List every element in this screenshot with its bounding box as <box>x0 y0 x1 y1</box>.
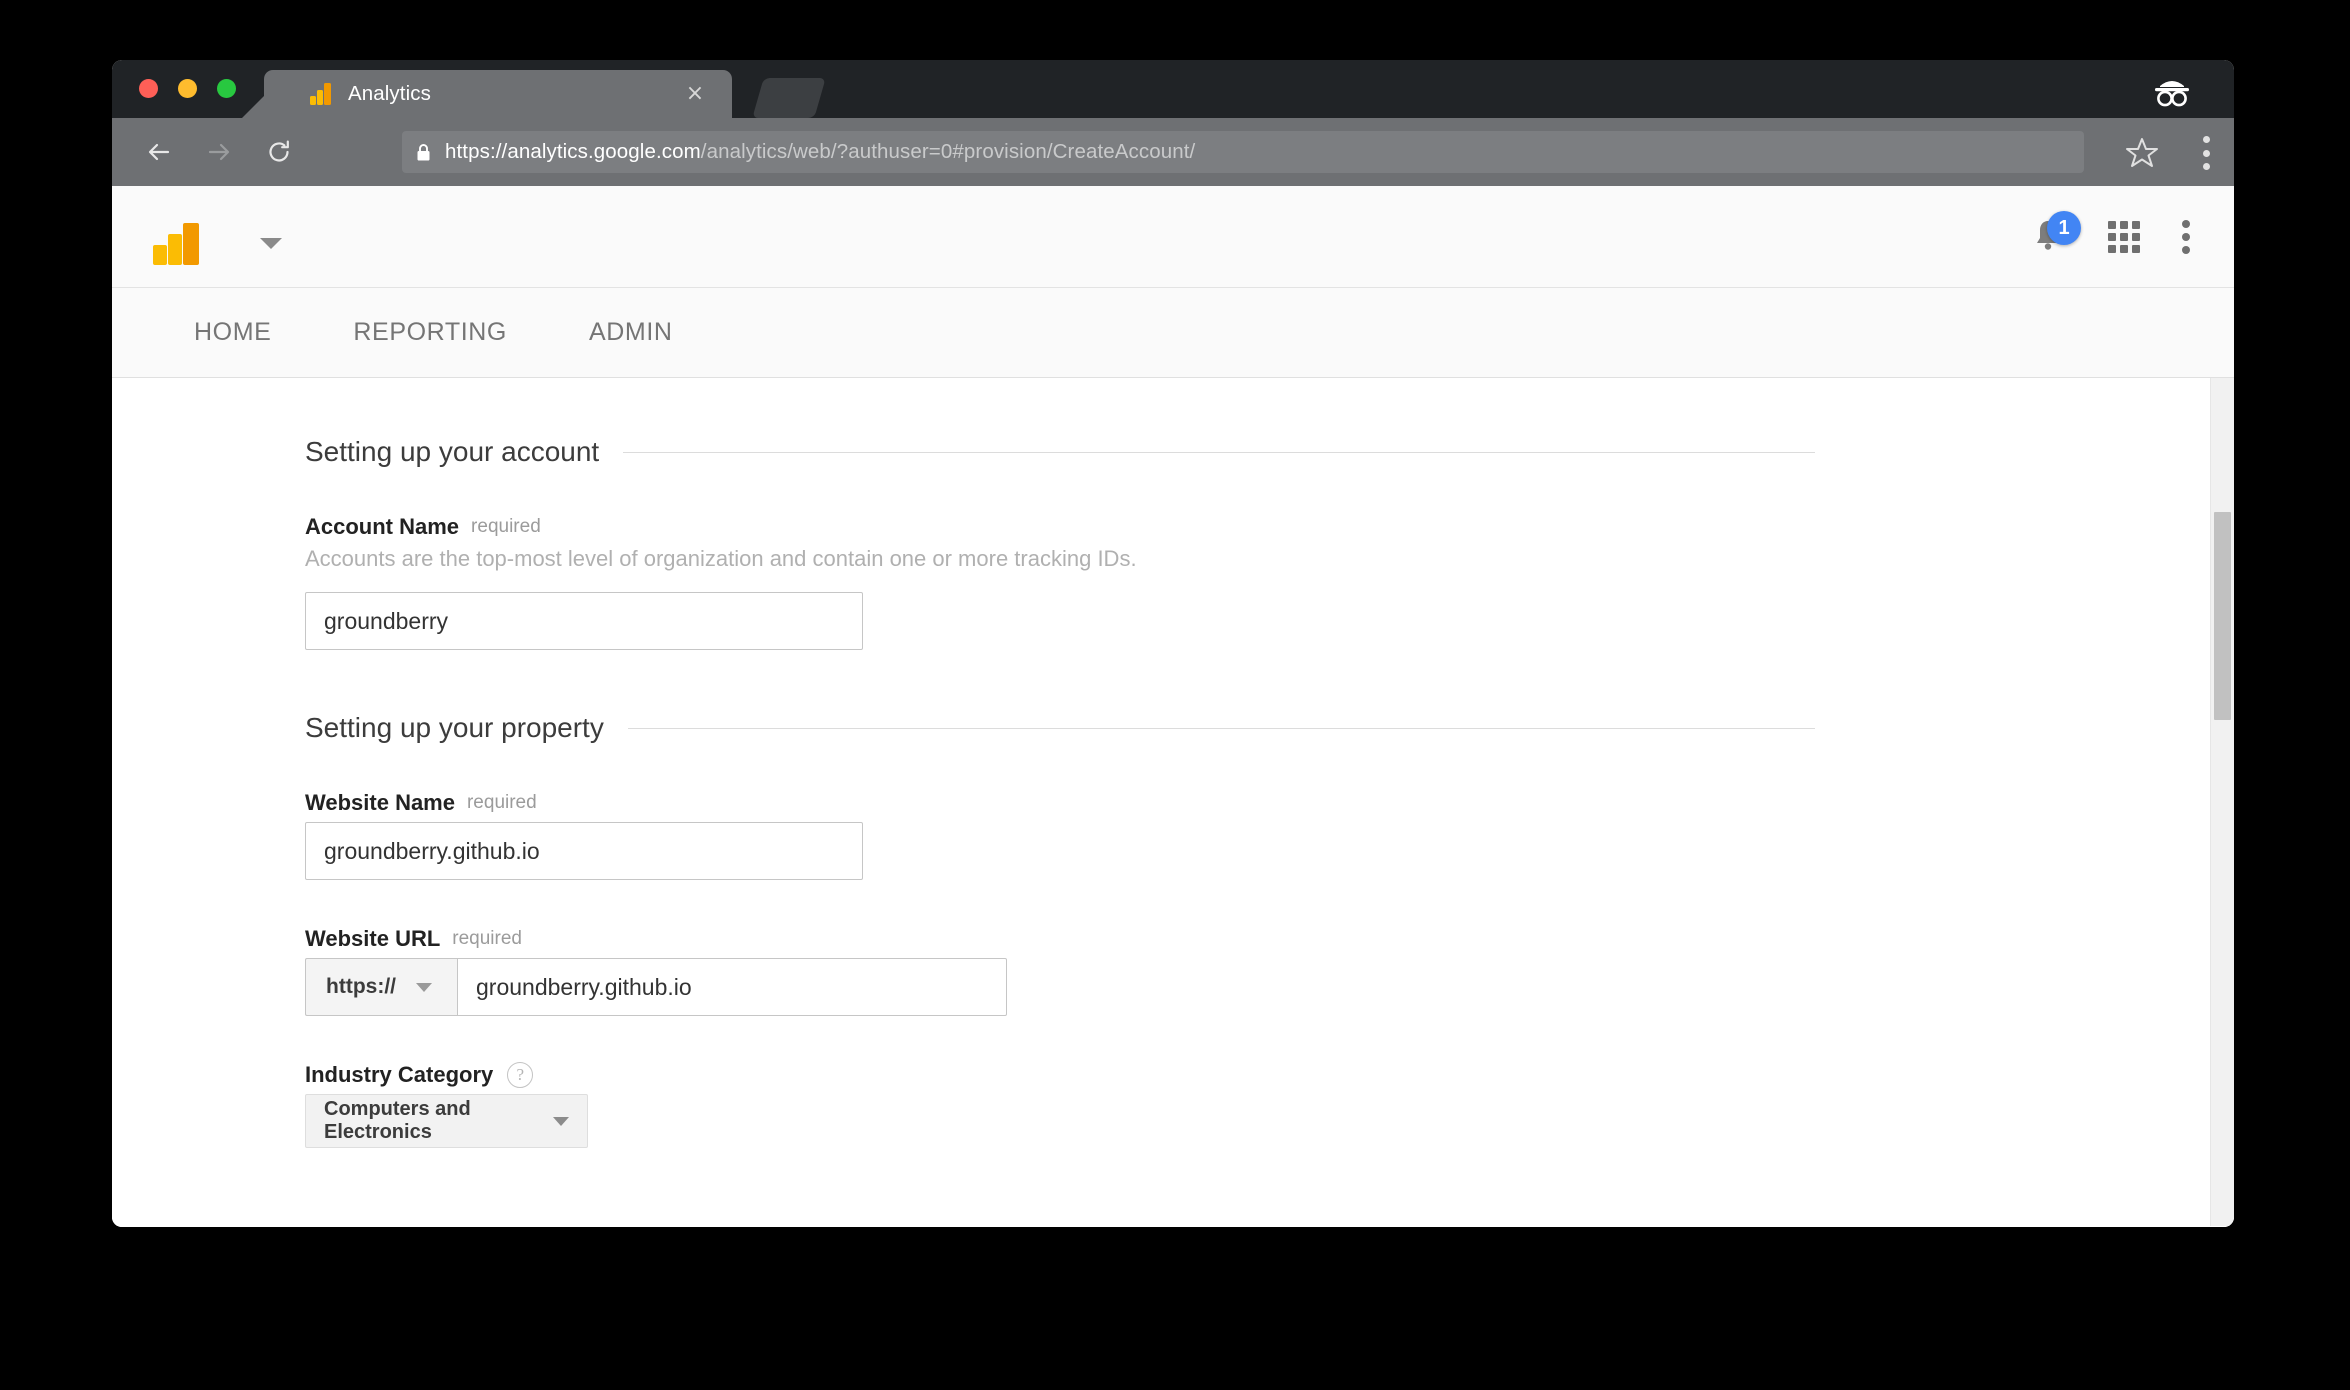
section-title-property: Setting up your property <box>305 712 604 743</box>
star-outline-icon[interactable] <box>2122 132 2162 172</box>
three-dots-vertical-icon[interactable] <box>2202 136 2210 170</box>
browser-tab-analytics[interactable]: Analytics × <box>264 70 732 118</box>
account-section-header: Setting up your account <box>305 436 1815 468</box>
analytics-header: 1 <box>112 186 2234 288</box>
website-name-label: Website Name required <box>305 790 2234 816</box>
account-name-input[interactable] <box>305 592 863 650</box>
reload-icon[interactable] <box>258 131 300 173</box>
tab-home[interactable]: HOME <box>164 318 301 347</box>
header-actions: 1 <box>2030 186 2190 288</box>
analytics-logo-icon <box>310 83 332 105</box>
industry-category-label-text: Industry Category <box>305 1062 494 1087</box>
website-url-label-text: Website URL <box>305 926 441 951</box>
chevron-down-icon <box>415 982 432 992</box>
website-name-label-text: Website Name <box>305 790 455 815</box>
main-navigation: HOME REPORTING ADMIN <box>112 288 2234 378</box>
browser-toolbar: https://analytics.google.com/analytics/w… <box>112 118 2234 186</box>
section-divider <box>623 451 1815 453</box>
scrollbar-thumb[interactable] <box>2214 512 2231 720</box>
forward-arrow-icon[interactable] <box>198 131 240 173</box>
address-bar[interactable]: https://analytics.google.com/analytics/w… <box>402 131 2084 173</box>
close-window-button[interactable] <box>139 79 158 98</box>
page-content: 1 HOME REPORTING ADMIN Setting up your a… <box>112 186 2234 1227</box>
browser-window: Analytics × https://analytics.google.com… <box>112 60 2234 1227</box>
vertical-scrollbar[interactable] <box>2210 378 2234 1226</box>
google-analytics-logo <box>153 223 203 265</box>
three-dots-vertical-icon[interactable] <box>2182 220 2190 254</box>
notifications-button[interactable]: 1 <box>2030 211 2081 257</box>
industry-category-dropdown[interactable]: Computers and Electronics <box>305 1094 588 1148</box>
maximize-window-button[interactable] <box>217 79 236 98</box>
back-arrow-icon[interactable] <box>138 131 180 173</box>
create-account-form: Setting up your account Account Name req… <box>112 378 2234 1226</box>
protocol-value: https:// <box>326 975 396 998</box>
account-name-label: Account Name required <box>305 514 2234 540</box>
url-path: /analytics/web/?authuser=0#provision/Cre… <box>700 140 1196 163</box>
incognito-icon <box>2146 72 2198 108</box>
help-icon[interactable]: ? <box>507 1062 534 1088</box>
section-divider <box>627 727 1815 729</box>
website-name-input[interactable] <box>305 822 863 880</box>
window-controls <box>139 79 236 98</box>
url-domain: https://analytics.google.com <box>445 140 701 163</box>
minimize-window-button[interactable] <box>178 79 197 98</box>
chevron-down-icon <box>553 1116 569 1126</box>
property-section-header: Setting up your property <box>305 712 1815 744</box>
website-url-input[interactable] <box>457 958 1007 1016</box>
required-marker: required <box>466 792 537 813</box>
apps-grid-icon[interactable] <box>2108 221 2140 253</box>
tab-reporting[interactable]: REPORTING <box>323 318 537 347</box>
account-name-description: Accounts are the top-most level of organ… <box>305 546 1137 571</box>
industry-category-value: Computers and Electronics <box>324 1098 471 1143</box>
required-marker: required <box>452 928 522 949</box>
notification-count-badge: 1 <box>2047 211 2081 245</box>
chevron-down-icon[interactable] <box>260 238 282 249</box>
tab-strip: Analytics × <box>112 60 2234 118</box>
account-name-label-text: Account Name <box>305 514 460 539</box>
section-title-account: Setting up your account <box>305 436 600 467</box>
website-url-row: https:// <box>305 958 2234 1016</box>
lock-icon <box>416 143 431 162</box>
close-icon[interactable]: × <box>684 83 706 105</box>
new-tab-button[interactable] <box>752 78 826 118</box>
tab-title: Analytics <box>348 82 431 105</box>
protocol-dropdown[interactable]: https:// <box>305 958 457 1016</box>
industry-category-label: Industry Category ? <box>305 1062 2234 1088</box>
tab-admin[interactable]: ADMIN <box>559 318 703 347</box>
website-url-label: Website URL required <box>305 926 2234 952</box>
url-text: https://analytics.google.com/analytics/w… <box>445 140 1195 164</box>
required-marker: required <box>471 516 541 537</box>
